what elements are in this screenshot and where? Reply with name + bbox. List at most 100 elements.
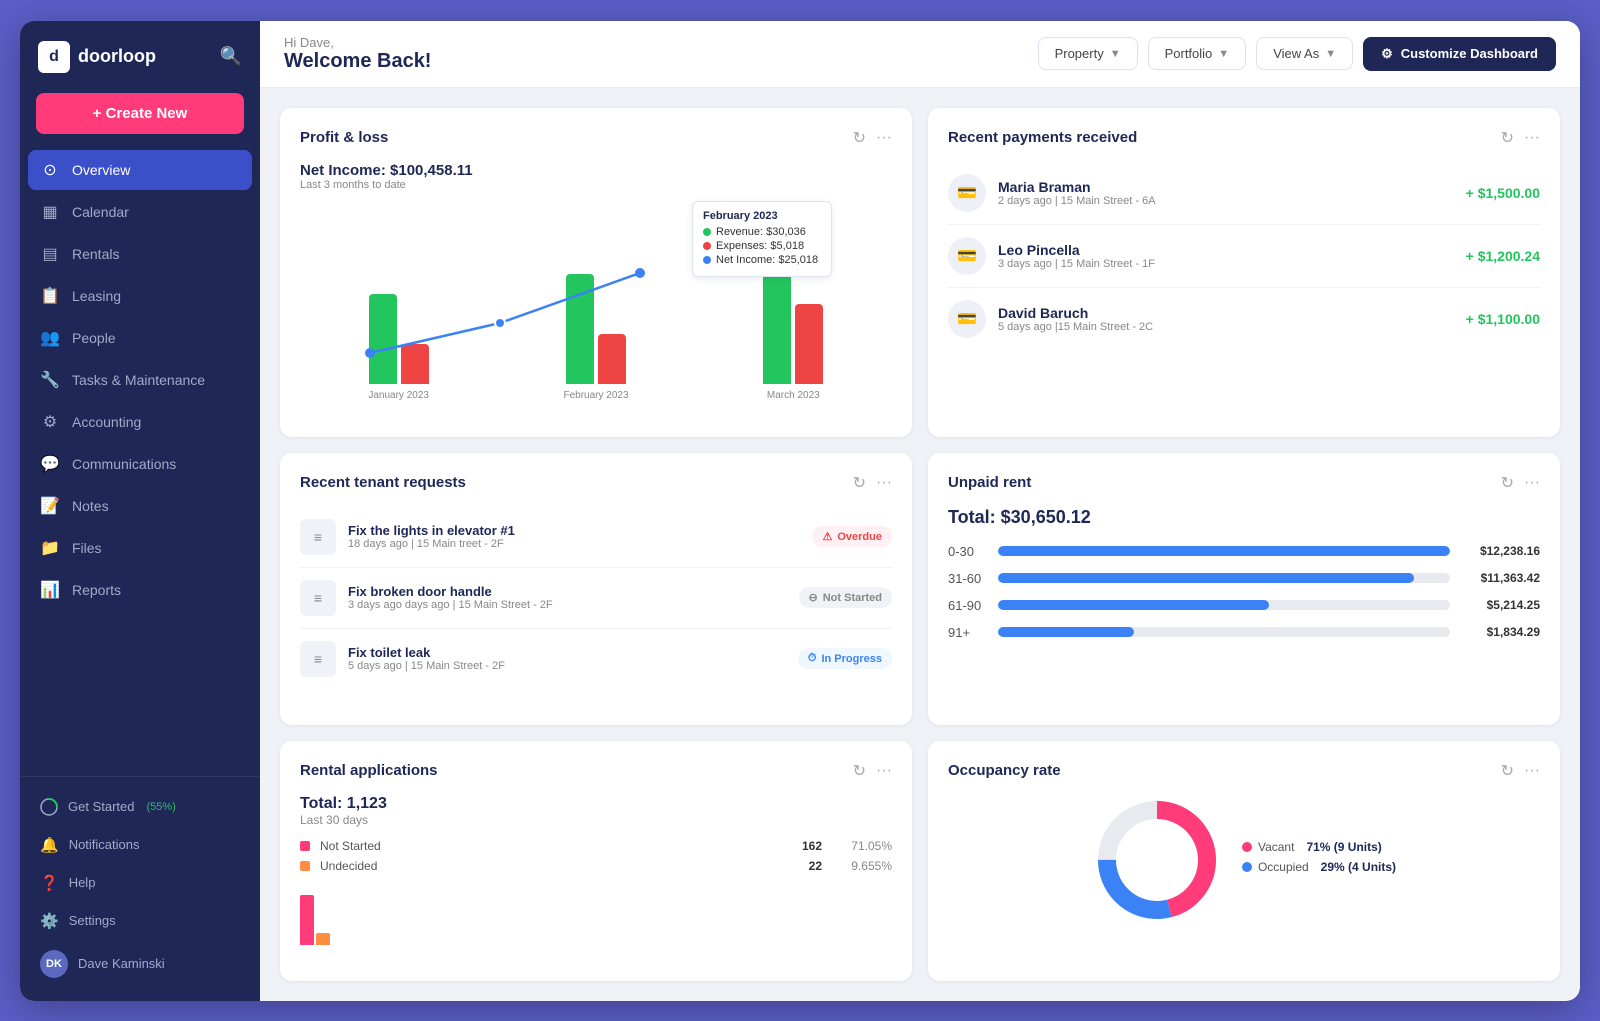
tasks-icon: 🔧 — [40, 370, 60, 390]
rent-bar-fill — [998, 573, 1414, 583]
refresh-icon[interactable]: ↻ — [853, 473, 866, 493]
avatar: DK — [40, 950, 68, 978]
create-new-button[interactable]: + Create New — [36, 93, 244, 134]
chevron-down-icon: ▼ — [1110, 48, 1121, 60]
refresh-icon[interactable]: ↻ — [1501, 128, 1514, 148]
greeting-text: Hi Dave, — [284, 35, 431, 50]
sidebar-item-settings[interactable]: ⚙️ Settings — [28, 903, 252, 939]
card-title: Recent tenant requests — [300, 474, 466, 491]
rent-bar-bg — [998, 573, 1450, 583]
profit-loss-card: Profit & loss ↻ ··· Net Income: $100,458… — [280, 108, 912, 437]
get-started-icon — [40, 798, 58, 816]
unpaid-total: Total: $30,650.12 — [948, 507, 1540, 528]
logo-text: doorloop — [78, 46, 156, 67]
card-actions: ↻ ··· — [1501, 128, 1540, 148]
rent-bar-fill — [998, 627, 1134, 637]
sidebar-item-notifications[interactable]: 🔔 Notifications — [28, 827, 252, 863]
app-period: Last 30 days — [300, 813, 892, 827]
rent-rows: 0-30 $12,238.16 31-60 $11,363.42 — [948, 544, 1540, 640]
card-header: Occupancy rate ↻ ··· — [948, 761, 1540, 781]
customize-dashboard-button[interactable]: ⚙ Customize Dashboard — [1363, 37, 1556, 71]
sidebar-item-reports[interactable]: 📊 Reports — [28, 570, 252, 610]
sidebar-item-files[interactable]: 📁 Files — [28, 528, 252, 568]
alert-icon: ⚠ — [822, 530, 832, 543]
settings-label: Settings — [69, 913, 116, 928]
refresh-icon[interactable]: ↻ — [1501, 761, 1514, 781]
sidebar-item-people[interactable]: 👥 People — [28, 318, 252, 358]
view-as-dropdown[interactable]: View As ▼ — [1256, 37, 1353, 70]
sidebar-item-rentals[interactable]: ▤ Rentals — [28, 234, 252, 274]
calendar-icon: ▦ — [40, 202, 60, 222]
request-info: Fix broken door handle 3 days ago days a… — [348, 584, 787, 611]
card-actions: ↻ ··· — [853, 128, 892, 148]
occupancy-legend: Vacant 71% (9 Units) Occupied 29% (4 Uni… — [1242, 840, 1396, 880]
property-dropdown[interactable]: Property ▼ — [1038, 37, 1138, 70]
main-content: Hi Dave, Welcome Back! Property ▼ Portfo… — [260, 21, 1580, 1001]
user-name-label: Dave Kaminski — [78, 956, 165, 971]
sidebar-item-label: Notes — [72, 498, 109, 514]
sidebar-item-label: Overview — [72, 162, 130, 178]
request-icon: ≡ — [300, 580, 336, 616]
more-icon[interactable]: ··· — [1524, 474, 1540, 492]
rent-row: 61-90 $5,214.25 — [948, 598, 1540, 613]
sidebar-item-tasks[interactable]: 🔧 Tasks & Maintenance — [28, 360, 252, 400]
settings-icon: ⚙️ — [40, 912, 59, 930]
sidebar-item-user[interactable]: DK Dave Kaminski — [28, 941, 252, 987]
notifications-icon: 🔔 — [40, 836, 59, 854]
sidebar-item-label: Leasing — [72, 288, 121, 304]
portfolio-dropdown[interactable]: Portfolio ▼ — [1148, 37, 1247, 70]
card-title: Recent payments received — [948, 129, 1137, 146]
payments-list: 💳 Maria Braman 2 days ago | 15 Main Stre… — [948, 162, 1540, 350]
occupancy-rate-card: Occupancy rate ↻ ··· — [928, 741, 1560, 981]
requests-list: ≡ Fix the lights in elevator #1 18 days … — [300, 507, 892, 689]
accounting-icon: ⚙ — [40, 412, 60, 432]
more-icon[interactable]: ··· — [1524, 762, 1540, 780]
more-icon[interactable]: ··· — [1524, 129, 1540, 147]
overview-icon: ⊙ — [40, 160, 60, 180]
refresh-icon[interactable]: ↻ — [853, 761, 866, 781]
topbar: Hi Dave, Welcome Back! Property ▼ Portfo… — [260, 21, 1580, 88]
profit-chart: February 2023 Revenue: $30,036 Expenses:… — [300, 201, 892, 401]
bar — [300, 895, 314, 945]
more-icon[interactable]: ··· — [876, 129, 892, 147]
sidebar-item-overview[interactable]: ⊙ Overview — [28, 150, 252, 190]
sidebar-item-label: Reports — [72, 582, 121, 598]
bar-expense-jan — [401, 344, 429, 384]
sidebar-item-notes[interactable]: 📝 Notes — [28, 486, 252, 526]
app-row: Not Started 162 71.05% — [300, 839, 892, 853]
notifications-label: Notifications — [69, 837, 140, 852]
card-title: Profit & loss — [300, 129, 388, 146]
sidebar-item-get-started[interactable]: Get Started (55%) — [28, 789, 252, 825]
search-icon[interactable]: 🔍 — [220, 46, 242, 67]
refresh-icon[interactable]: ↻ — [1501, 473, 1514, 493]
legend-row: Occupied 29% (4 Units) — [1242, 860, 1396, 874]
request-icon: ≡ — [300, 519, 336, 555]
sidebar-item-communications[interactable]: 💬 Communications — [28, 444, 252, 484]
payment-info: Leo Pincella 3 days ago | 15 Main Street… — [998, 242, 1454, 270]
app-dot — [300, 841, 310, 851]
bar-revenue-jan — [369, 294, 397, 384]
payment-item: 💳 Maria Braman 2 days ago | 15 Main Stre… — [948, 162, 1540, 225]
refresh-icon[interactable]: ↻ — [853, 128, 866, 148]
sidebar: d doorloop 🔍 + Create New ⊙ Overview ▦ C… — [20, 21, 260, 1001]
payment-item: 💳 Leo Pincella 3 days ago | 15 Main Stre… — [948, 225, 1540, 288]
sidebar-item-accounting[interactable]: ⚙ Accounting — [28, 402, 252, 442]
tenant-requests-card: Recent tenant requests ↻ ··· ≡ Fix the l… — [280, 453, 912, 725]
more-icon[interactable]: ··· — [876, 474, 892, 492]
card-header: Rental applications ↻ ··· — [300, 761, 892, 781]
period-label: Last 3 months to date — [300, 179, 892, 191]
more-icon[interactable]: ··· — [876, 762, 892, 780]
sidebar-item-leasing[interactable]: 📋 Leasing — [28, 276, 252, 316]
payment-item: 💳 David Baruch 5 days ago |15 Main Stree… — [948, 288, 1540, 350]
legend-dot — [1242, 862, 1252, 872]
bar-expense-feb — [598, 334, 626, 384]
card-actions: ↻ ··· — [853, 473, 892, 493]
sidebar-item-calendar[interactable]: ▦ Calendar — [28, 192, 252, 232]
avatar: 💳 — [948, 237, 986, 275]
sidebar-item-label: Rentals — [72, 246, 119, 262]
sidebar-item-label: Files — [72, 540, 102, 556]
card-title: Rental applications — [300, 762, 438, 779]
sidebar-item-help[interactable]: ❓ Help — [28, 865, 252, 901]
card-actions: ↻ ··· — [1501, 761, 1540, 781]
sidebar-item-label: Calendar — [72, 204, 129, 220]
